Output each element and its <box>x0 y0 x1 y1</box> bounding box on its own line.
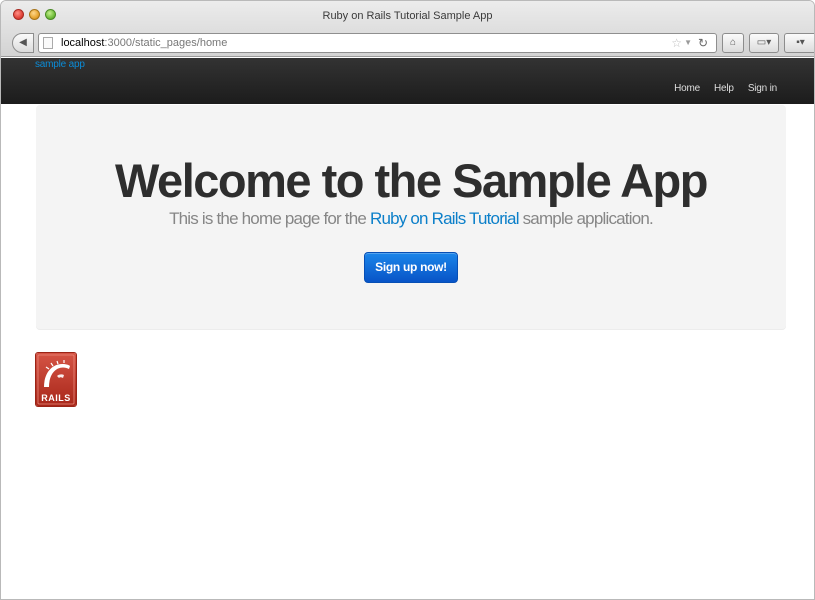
hero-subtitle: This is the home page for the Ruby on Ra… <box>36 209 786 229</box>
url-text: localhost:3000/static_pages/home <box>61 34 227 52</box>
brand-link[interactable]: sample app <box>35 59 85 70</box>
chevron-down-icon[interactable]: ▼ <box>684 34 692 52</box>
nav-help-link[interactable]: Help <box>714 83 734 94</box>
hero-title: Welcome to the Sample App <box>115 154 708 207</box>
browser-toolbar: Ruby on Rails Tutorial Sample App ◀ loca… <box>1 1 814 57</box>
home-icon: ⌂ <box>729 37 737 48</box>
home-button[interactable]: ⌂ <box>722 33 744 53</box>
back-arrow-icon: ◀ <box>19 37 27 48</box>
sign-up-button[interactable]: Sign up now! <box>364 252 458 283</box>
nav-home-link[interactable]: Home <box>674 83 700 94</box>
bookmark-star-icon[interactable]: ☆ <box>671 34 682 52</box>
reload-icon[interactable]: ↻ <box>698 34 708 52</box>
url-path: :3000/static_pages/home <box>104 37 228 49</box>
browser-window: Ruby on Rails Tutorial Sample App ◀ loca… <box>0 0 815 600</box>
hero-subtitle-before: This is the home page for the <box>169 209 370 228</box>
back-button[interactable]: ◀ <box>12 33 34 53</box>
rails-logo[interactable]: RAILS <box>36 353 76 406</box>
nav-sign-in-link[interactable]: Sign in <box>748 83 777 94</box>
nav-links: Home Help Sign in <box>674 83 777 94</box>
hero-section: Welcome to the Sample App This is the ho… <box>36 105 786 330</box>
window-title: Ruby on Rails Tutorial Sample App <box>322 10 493 22</box>
bookmarks-icon: ▪▾ <box>796 37 805 48</box>
page-icon <box>43 37 53 49</box>
hero-subtitle-after: sample application. <box>518 209 654 228</box>
url-host: localhost <box>61 37 105 49</box>
rails-tutorial-link[interactable]: Ruby on Rails Tutorial <box>370 209 520 228</box>
bookmarks-menu-button[interactable]: ▪▾ <box>784 33 814 53</box>
site-navbar: sample app Home Help Sign in <box>1 58 814 104</box>
address-bar[interactable]: localhost:3000/static_pages/home ☆ ▼ ↻ <box>38 33 717 53</box>
tab-view-icon: ▭▾ <box>756 37 772 48</box>
rails-logo-text: RAILS <box>41 393 71 403</box>
tab-view-button[interactable]: ▭▾ <box>749 33 779 53</box>
